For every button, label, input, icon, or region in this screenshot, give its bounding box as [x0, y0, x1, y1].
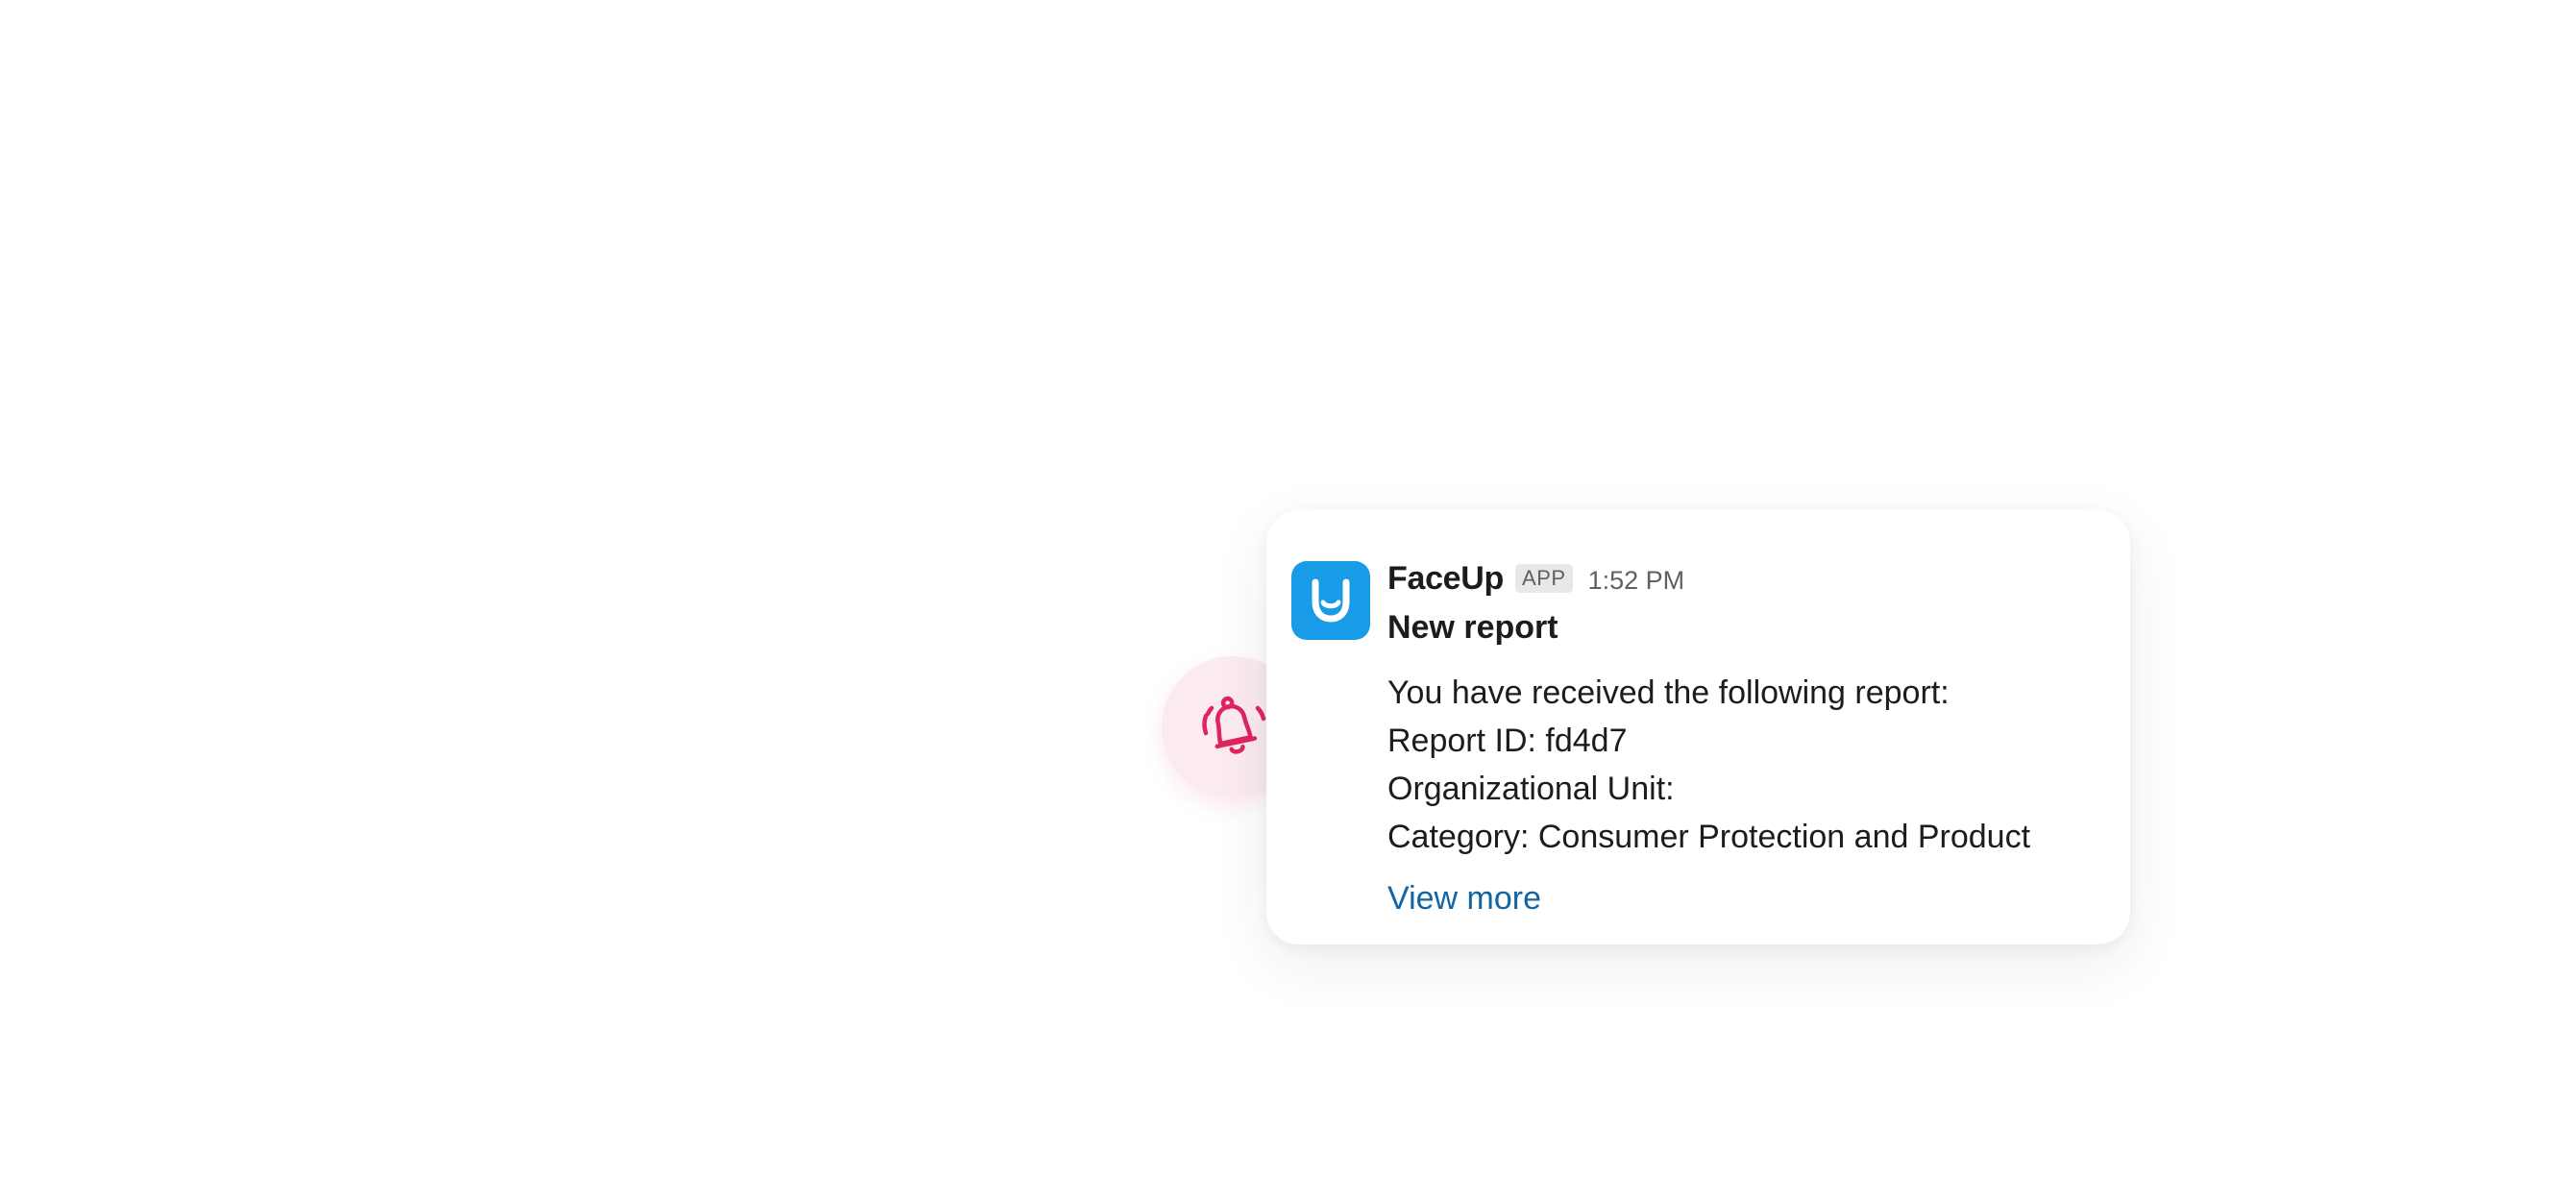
message-timestamp[interactable]: 1:52 PM: [1588, 566, 1685, 596]
app-badge: APP: [1515, 564, 1573, 593]
app-name[interactable]: FaceUp: [1387, 560, 1504, 598]
message-content: FaceUp APP 1:52 PM New report You have r…: [1387, 555, 2098, 920]
faceup-logo-icon: [1312, 578, 1350, 623]
view-more-link[interactable]: View more: [1387, 876, 1541, 920]
faceup-app-avatar[interactable]: [1291, 561, 1370, 640]
body-line-intro: You have received the following report:: [1387, 674, 1950, 711]
bell-ringing-icon: [1202, 696, 1266, 754]
message-header: FaceUp APP 1:52 PM: [1387, 555, 2098, 601]
message-body: You have received the following report: …: [1387, 669, 2098, 861]
body-line-category: Category: Consumer Protection and Produc…: [1387, 819, 2031, 855]
body-line-org-unit: Organizational Unit:: [1387, 771, 1675, 807]
body-line-report-id: Report ID: fd4d7: [1387, 723, 1628, 759]
message-title: New report: [1387, 609, 1558, 646]
